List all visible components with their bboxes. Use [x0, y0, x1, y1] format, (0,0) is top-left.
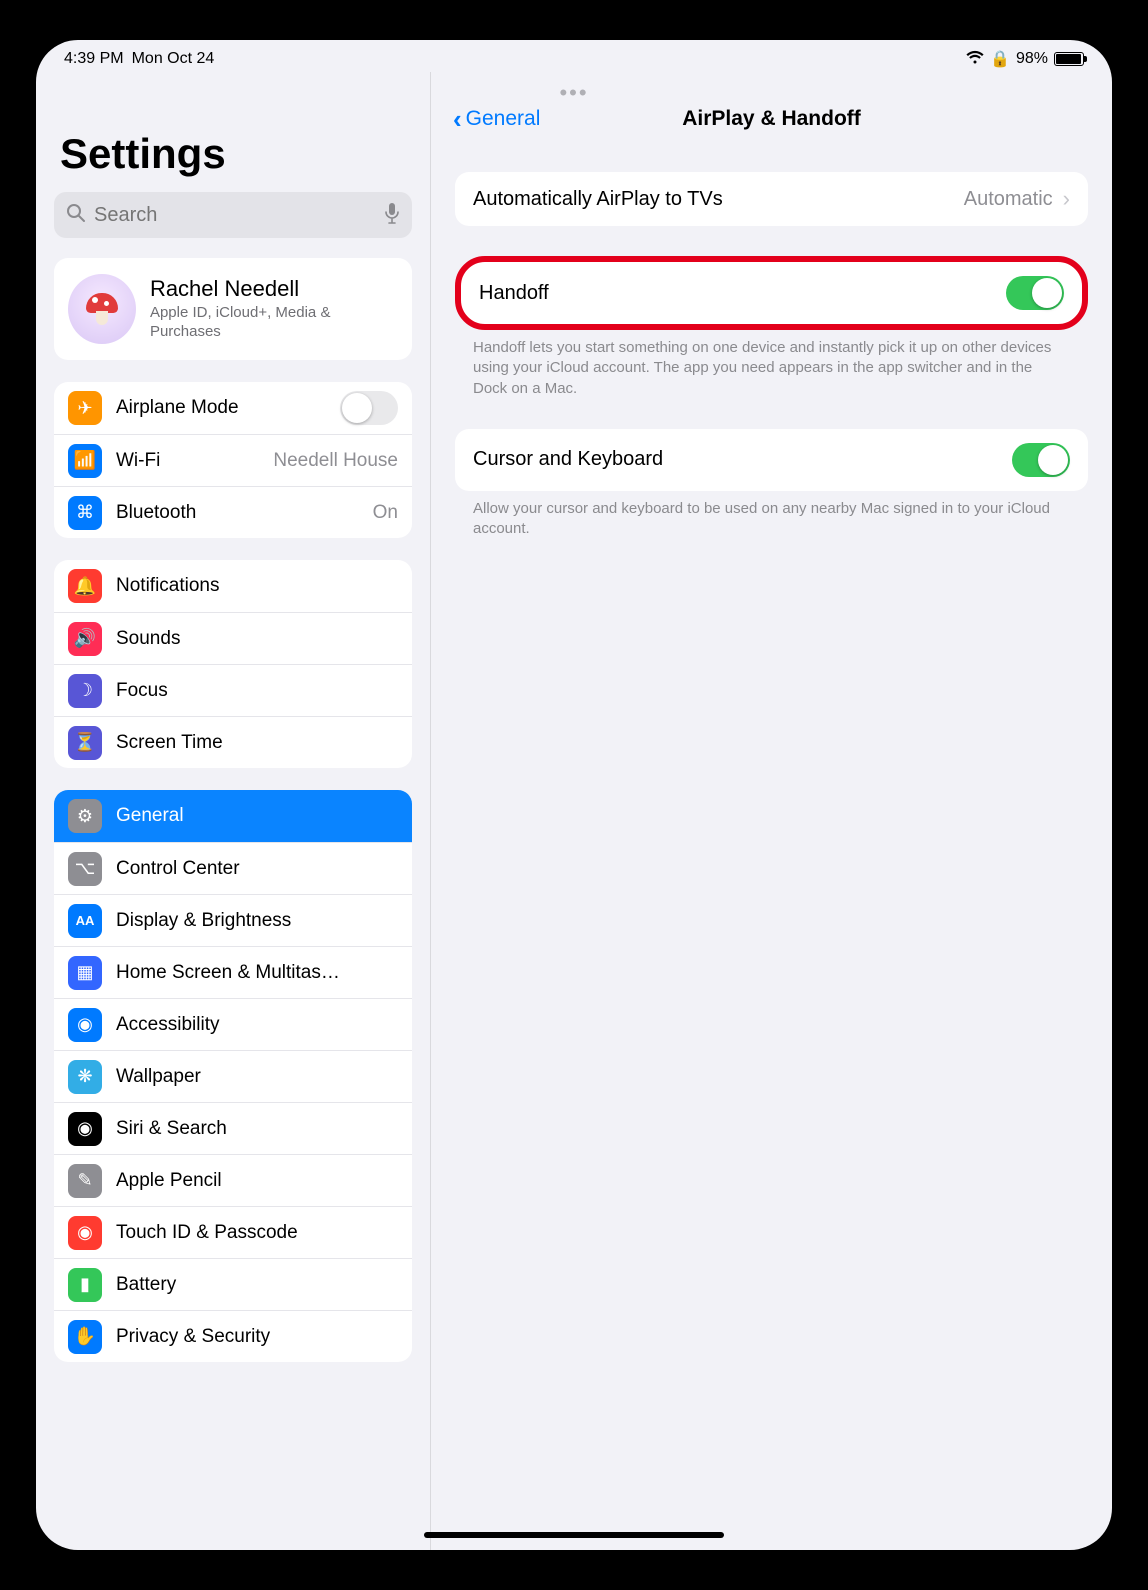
sidebar-group-connectivity: ✈ Airplane Mode 📶 Wi-Fi Needell House ⌘ Blueto…	[54, 382, 412, 538]
handoff-note: Handoff lets you start something on one …	[455, 330, 1088, 399]
sidebar-item-label: Home Screen & Multitas…	[116, 962, 398, 984]
sidebar-item-label: Focus	[116, 680, 398, 702]
battery-percent: 98%	[1016, 50, 1048, 68]
cursor-note: Allow your cursor and keyboard to be use…	[455, 491, 1088, 540]
sidebar-item-privacy-security[interactable]: ✋ Privacy & Security	[54, 1310, 412, 1362]
row-handoff-highlighted: Handoff	[455, 256, 1088, 330]
sidebar-item-label: Siri & Search	[116, 1118, 398, 1140]
sidebar-item-label: Apple Pencil	[116, 1170, 398, 1192]
sidebar-item-label: Display & Brightness	[116, 910, 398, 932]
auto-airplay-label: Automatically AirPlay to TVs	[473, 188, 964, 211]
pencil-icon: ✎	[68, 1164, 102, 1198]
sidebar-item-label: Battery	[116, 1274, 398, 1296]
row-cursor-keyboard: Cursor and Keyboard	[455, 429, 1088, 491]
page-title: Settings	[60, 130, 412, 178]
sidebar-item-label: Wi-Fi	[116, 450, 259, 472]
auto-airplay-value: Automatic	[964, 188, 1053, 211]
airplane-mode-toggle[interactable]	[340, 391, 398, 425]
apple-id-name: Rachel Needell	[150, 276, 398, 302]
fingerprint-icon: ◉	[68, 1216, 102, 1250]
bluetooth-icon: ⌘	[68, 496, 102, 530]
avatar-mushroom-icon	[82, 289, 122, 329]
sidebar-item-touch-id-passcode[interactable]: ◉ Touch ID & Passcode	[54, 1206, 412, 1258]
grid-icon: ▦	[68, 956, 102, 990]
sidebar-item-label: Touch ID & Passcode	[116, 1222, 398, 1244]
sidebar-item-value: Needell House	[273, 450, 398, 472]
device-frame: 4:39 PM Mon Oct 24 🔒 98% ••• Settings	[0, 0, 1148, 1590]
switches-icon: ⌥	[68, 852, 102, 886]
sidebar-item-airplane-mode[interactable]: ✈ Airplane Mode	[54, 382, 412, 434]
sidebar-item-bluetooth[interactable]: ⌘ Bluetooth On	[54, 486, 412, 538]
detail-title: AirPlay & Handoff	[682, 107, 861, 131]
status-date: Mon Oct 24	[132, 50, 215, 68]
AA-icon: AA	[68, 904, 102, 938]
search-field[interactable]	[94, 204, 376, 227]
wifi-icon	[966, 50, 984, 69]
chevron-right-icon: ›	[1063, 186, 1070, 212]
orientation-lock-icon: 🔒	[990, 49, 1010, 69]
status-bar: 4:39 PM Mon Oct 24 🔒 98%	[36, 40, 1112, 72]
sidebar-item-notifications[interactable]: 🔔 Notifications	[54, 560, 412, 612]
sidebar-item-label: Wallpaper	[116, 1066, 398, 1088]
home-indicator[interactable]	[424, 1532, 724, 1538]
sidebar-item-accessibility[interactable]: ◉ Accessibility	[54, 998, 412, 1050]
hourglass-icon: ⏳	[68, 726, 102, 760]
detail-navbar: ‹ General AirPlay & Handoff	[431, 96, 1112, 142]
sidebar: Settings	[36, 72, 431, 1550]
status-time: 4:39 PM	[64, 50, 124, 68]
sidebar-item-screen-time[interactable]: ⏳ Screen Time	[54, 716, 412, 768]
siri-icon: ◉	[68, 1112, 102, 1146]
sidebar-item-focus[interactable]: ☽ Focus	[54, 664, 412, 716]
sidebar-item-wi-fi[interactable]: 📶 Wi-Fi Needell House	[54, 434, 412, 486]
search-icon	[66, 203, 86, 228]
apple-id-subtitle: Apple ID, iCloud+, Media & Purchases	[150, 304, 398, 342]
sidebar-item-label: Accessibility	[116, 1014, 398, 1036]
hand-icon: ✋	[68, 1320, 102, 1354]
sidebar-item-general[interactable]: ⚙ General	[54, 790, 412, 842]
back-button[interactable]: ‹ General	[453, 106, 540, 132]
sidebar-item-label: Notifications	[116, 575, 398, 597]
flower-icon: ❋	[68, 1060, 102, 1094]
moon-icon: ☽	[68, 674, 102, 708]
battery-icon: ▮	[68, 1268, 102, 1302]
sidebar-item-battery[interactable]: ▮ Battery	[54, 1258, 412, 1310]
screen: 4:39 PM Mon Oct 24 🔒 98% ••• Settings	[36, 40, 1112, 1550]
apple-id-row[interactable]: Rachel Needell Apple ID, iCloud+, Media …	[54, 258, 412, 360]
cursor-toggle[interactable]	[1012, 443, 1070, 477]
detail-pane: ‹ General AirPlay & Handoff Automaticall…	[431, 72, 1112, 1550]
speaker-icon: 🔊	[68, 622, 102, 656]
sidebar-item-sounds[interactable]: 🔊 Sounds	[54, 612, 412, 664]
avatar	[68, 274, 136, 344]
bell-icon: 🔔	[68, 569, 102, 603]
sidebar-item-label: Airplane Mode	[116, 397, 326, 419]
person-icon: ◉	[68, 1008, 102, 1042]
sidebar-group-alerts: 🔔 Notifications 🔊 Sounds ☽ Focus ⏳ Screen Time	[54, 560, 412, 768]
search-input[interactable]	[54, 192, 412, 238]
battery-icon	[1054, 52, 1084, 66]
sidebar-item-display-brightness[interactable]: AA Display & Brightness	[54, 894, 412, 946]
sidebar-item-label: Sounds	[116, 628, 398, 650]
sidebar-item-label: Screen Time	[116, 732, 398, 754]
sidebar-item-siri-search[interactable]: ◉ Siri & Search	[54, 1102, 412, 1154]
sidebar-item-apple-pencil[interactable]: ✎ Apple Pencil	[54, 1154, 412, 1206]
handoff-label: Handoff	[479, 282, 1006, 305]
wifi-icon: 📶	[68, 444, 102, 478]
handoff-toggle[interactable]	[1006, 276, 1064, 310]
cursor-label: Cursor and Keyboard	[473, 448, 1012, 471]
sidebar-item-label: Control Center	[116, 858, 398, 880]
chevron-left-icon: ‹	[453, 106, 462, 132]
sidebar-group-system: ⚙ General ⌥ Control Center AA Display & Brigh…	[54, 790, 412, 1362]
sidebar-item-label: Privacy & Security	[116, 1326, 398, 1348]
dictate-icon[interactable]	[384, 202, 400, 229]
back-label: General	[466, 107, 541, 131]
sidebar-item-home-screen-multitas[interactable]: ▦ Home Screen & Multitas…	[54, 946, 412, 998]
sidebar-item-wallpaper[interactable]: ❋ Wallpaper	[54, 1050, 412, 1102]
airplane-icon: ✈	[68, 391, 102, 425]
sidebar-item-control-center[interactable]: ⌥ Control Center	[54, 842, 412, 894]
row-auto-airplay[interactable]: Automatically AirPlay to TVs Automatic ›	[455, 172, 1088, 226]
sidebar-item-label: General	[116, 805, 398, 827]
gear-icon: ⚙	[68, 799, 102, 833]
sidebar-item-value: On	[373, 502, 398, 524]
sidebar-item-label: Bluetooth	[116, 502, 359, 524]
